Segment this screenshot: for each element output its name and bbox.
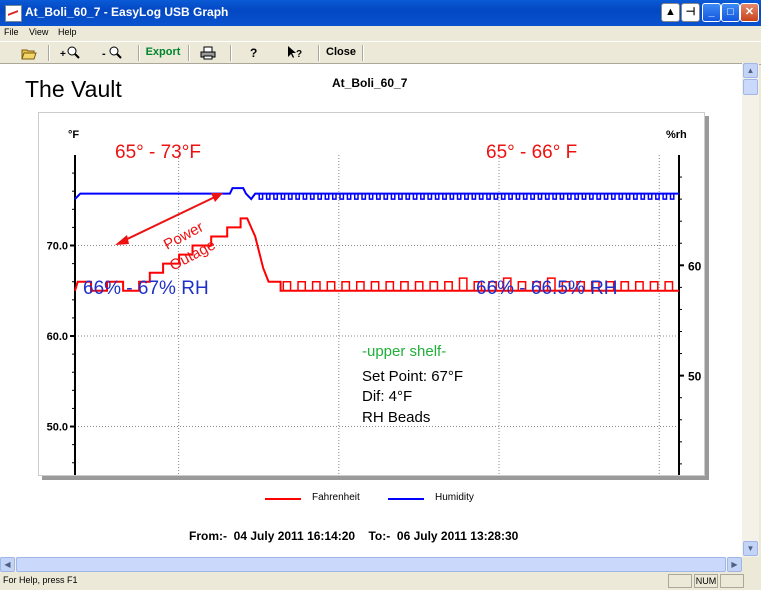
y-right-tick-label: 50 — [688, 370, 702, 384]
pin-icon: ⊣ — [685, 6, 696, 18]
question-mark-icon: ? — [250, 46, 257, 60]
from-value: 04 July 2011 16:14:20 — [233, 529, 356, 543]
series-jitter-fahrenheit — [634, 280, 644, 291]
temperature-humidity-chart: °F %rh Tue 00:00Tue 12:00Wed 00:00Wed 12… — [47, 129, 702, 530]
set-point-label: Set Point: 67°F — [362, 368, 463, 385]
help-pointer-icon: ? — [288, 46, 302, 60]
close-window-button[interactable]: ✕ — [740, 3, 759, 22]
series-jitter-fahrenheit — [282, 280, 292, 291]
up-arrow-icon: ▲ — [665, 6, 676, 18]
open-folder-icon — [21, 49, 37, 60]
about-button[interactable]: ? — [245, 44, 263, 61]
title-bar[interactable]: At_Boli_60_7 - EasyLog USB Graph ▲ ⊣ _ □… — [0, 0, 761, 26]
y-left-tick-label: 70.0 — [47, 241, 68, 253]
menu-help[interactable]: Help — [58, 27, 77, 37]
scroll-up-button[interactable]: ▲ — [743, 63, 758, 78]
series-jitter-fahrenheit — [664, 280, 674, 291]
legend-label-fahrenheit: Fahrenheit — [312, 492, 360, 503]
menu-bar: File View Help — [0, 26, 761, 40]
series-jitter-fahrenheit — [297, 280, 307, 291]
rh-beads-label: RH Beads — [362, 409, 430, 426]
status-bar: For Help, press F1 NUM — [0, 572, 761, 590]
grid-lines — [75, 155, 679, 508]
series-jitter-fahrenheit — [341, 280, 351, 291]
y-left-tick-label: 50.0 — [47, 422, 68, 434]
menu-view[interactable]: View — [29, 27, 48, 37]
series-jitter-fahrenheit — [429, 280, 439, 291]
series-jitter-fahrenheit — [444, 280, 453, 291]
svg-text:?: ? — [296, 49, 302, 60]
upper-shelf-label: -upper shelf- — [362, 343, 446, 360]
vertical-scrollbar[interactable]: ▲ ▼ — [742, 63, 759, 557]
page-title: The Vault — [25, 76, 122, 102]
minimize-icon: _ — [708, 6, 715, 18]
menu-file[interactable]: File — [4, 27, 19, 37]
series-jitter-fahrenheit — [458, 277, 468, 291]
rh-range-right-label: 66% - 66.5% RH — [476, 278, 618, 299]
y-left-tick-label: 60.0 — [47, 331, 68, 343]
scroll-left-button[interactable]: ◀ — [0, 557, 15, 572]
svg-text:+: + — [60, 49, 66, 60]
temp-range-right-label: 65° - 66° F — [486, 142, 577, 163]
series-jitter-fahrenheit — [620, 280, 630, 291]
num-lock-indicator: NUM — [694, 574, 718, 588]
y-right-unit-label: %rh — [666, 129, 687, 141]
series-jitter-fahrenheit — [355, 280, 365, 291]
horizontal-scrollbar[interactable]: ◀ ▶ — [0, 557, 742, 572]
printer-icon — [200, 46, 216, 60]
y-left-unit-label: °F — [68, 129, 79, 141]
series-jitter-fahrenheit — [649, 280, 659, 291]
status-panel-empty — [668, 574, 692, 588]
log-file-name: At_Boli_60_7 — [332, 76, 408, 90]
arrow-left-icon — [115, 235, 129, 245]
svg-text:?: ? — [250, 46, 257, 60]
chart-frame: °F %rh Tue 00:00Tue 12:00Wed 00:00Wed 12… — [38, 112, 705, 530]
y-right-tick-label: 60 — [688, 259, 702, 273]
series-jitter-fahrenheit — [370, 280, 380, 291]
svg-text:-: - — [102, 48, 106, 60]
rh-range-left-label: 66% - 67% RH — [83, 278, 209, 299]
pin-button[interactable]: ⊣ — [681, 3, 700, 22]
horizontal-scroll-thumb[interactable] — [16, 557, 726, 572]
legend-swatch-humidity — [388, 498, 424, 500]
zoom-out-icon: - — [102, 46, 122, 60]
close-report-button[interactable]: Close — [323, 44, 359, 61]
legend-swatch-fahrenheit — [265, 498, 301, 500]
temp-range-left-label: 65° - 73°F — [115, 142, 201, 163]
legend-label-humidity: Humidity — [435, 492, 474, 503]
scroll-up-arrow-button[interactable]: ▲ — [661, 3, 680, 22]
to-label: To:- — [368, 529, 391, 543]
export-button[interactable]: Export — [143, 44, 183, 61]
maximize-button[interactable]: □ — [721, 3, 740, 22]
scroll-down-button[interactable]: ▼ — [743, 541, 758, 556]
status-panel-scroll — [720, 574, 744, 588]
app-window: At_Boli_60_7 - EasyLog USB Graph ▲ ⊣ _ □… — [0, 0, 761, 590]
power-outage-annotation: Power Outage — [115, 193, 223, 275]
series-jitter-fahrenheit — [414, 280, 424, 291]
scroll-right-button[interactable]: ▶ — [727, 557, 742, 572]
app-graph-icon — [5, 5, 22, 22]
vertical-scroll-thumb[interactable] — [743, 79, 758, 95]
differential-label: Dif: 4°F — [362, 388, 412, 405]
window-title: At_Boli_60_7 - EasyLog USB Graph — [25, 5, 229, 19]
open-file-button[interactable] — [18, 44, 40, 61]
print-button[interactable] — [197, 44, 219, 61]
to-value: 06 July 2011 13:28:30 — [396, 529, 519, 543]
toolbar: + - Export ? ? Close — [0, 41, 761, 65]
zoom-in-button[interactable]: + — [58, 44, 82, 61]
series-jitter-fahrenheit — [311, 280, 321, 291]
from-label: From:- — [189, 529, 227, 543]
minimize-button[interactable]: _ — [702, 3, 721, 22]
series-jitter-fahrenheit — [400, 280, 409, 291]
date-range: From:- 04 July 2011 16:14:20 To:- 06 Jul… — [189, 529, 518, 543]
context-help-button[interactable]: ? — [285, 44, 305, 61]
close-icon: ✕ — [744, 6, 755, 18]
status-help-text: For Help, press F1 — [3, 575, 78, 585]
zoom-in-icon: + — [60, 46, 80, 60]
report-canvas: The Vault At_Boli_60_7 °F %rh Tue 00:00T… — [0, 63, 742, 558]
series-jitter-fahrenheit — [326, 280, 336, 291]
maximize-icon: □ — [727, 6, 734, 18]
series-jitter-fahrenheit — [385, 280, 395, 291]
zoom-out-button[interactable]: - — [100, 44, 124, 61]
